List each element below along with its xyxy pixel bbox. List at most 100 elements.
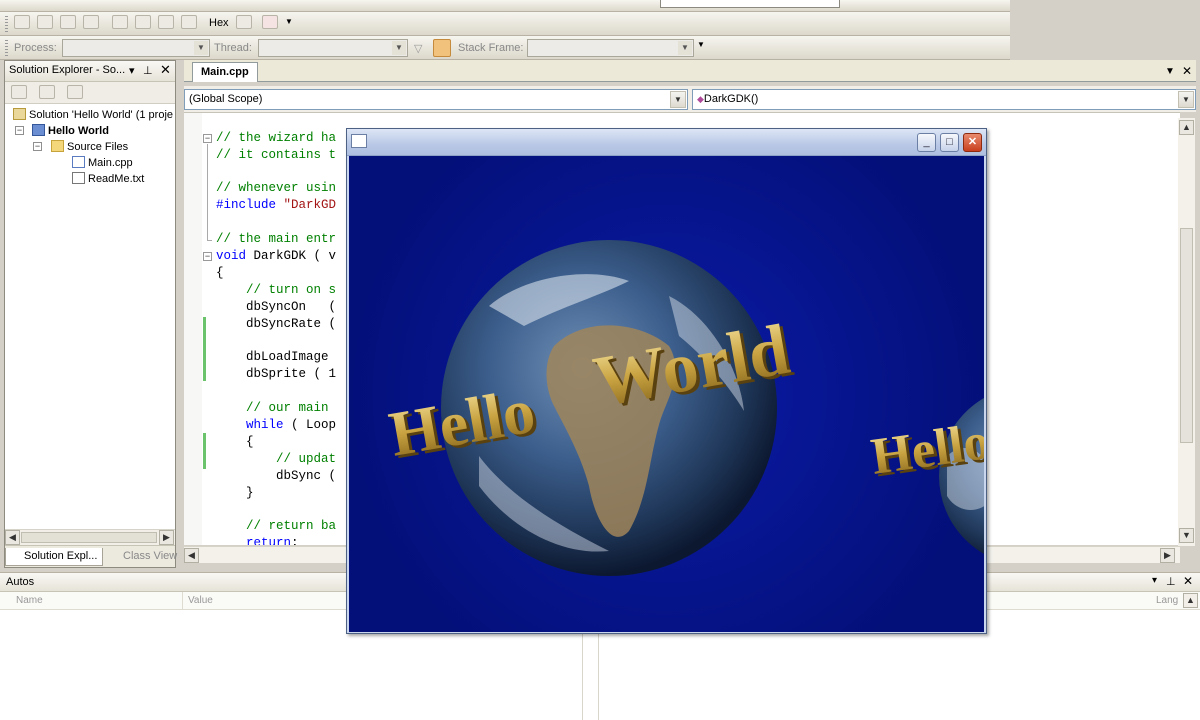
panel-tabs: Solution Expl... Class View (5, 545, 177, 567)
collapse-folder-icon[interactable]: − (33, 142, 42, 151)
change-marker (203, 317, 206, 381)
scroll-thumb[interactable] (1180, 228, 1193, 443)
collapse-project-icon[interactable]: − (15, 126, 24, 135)
pin-icon[interactable]: ⊥ (143, 64, 153, 77)
scroll-right-icon[interactable]: ▶ (159, 530, 174, 545)
maximize-icon[interactable]: □ (940, 133, 959, 152)
column-lang[interactable]: Lang (1156, 595, 1178, 606)
scroll-left-icon[interactable]: ◀ (5, 530, 20, 545)
close-icon[interactable]: ✕ (1182, 64, 1192, 78)
chevron-down-icon[interactable]: ▼ (285, 17, 293, 26)
fold-toggle[interactable]: − (203, 134, 212, 143)
filter-icon[interactable]: ▽ (414, 42, 422, 55)
chevron-down-icon[interactable]: ▼ (670, 91, 686, 108)
project-label: Hello World (48, 125, 109, 137)
game-window-titlebar[interactable]: _ □ ✕ (347, 129, 986, 156)
solution-explorer-toolbar (5, 82, 175, 104)
flag-thread-icon[interactable] (433, 39, 451, 57)
breakpoints-window-icon[interactable] (262, 15, 278, 29)
code-vscrollbar[interactable]: ▲ ▼ (1178, 118, 1195, 546)
tree-solution[interactable]: Solution 'Hello World' (1 proje (13, 108, 173, 121)
tree-project[interactable]: Hello World (32, 124, 109, 137)
close-icon[interactable]: ✕ (1183, 574, 1193, 588)
code-line: // whenever usin (216, 181, 337, 195)
process-combo[interactable]: ▼ (62, 39, 210, 57)
cpp-file-icon (72, 156, 85, 168)
solution-explorer-hscrollbar[interactable]: ◀ ▶ (5, 529, 175, 545)
toolbar-grip[interactable] (5, 40, 8, 56)
window-position-icon[interactable]: ▾ (129, 64, 135, 77)
thread-label: Thread: (214, 42, 252, 54)
chevron-down-icon[interactable]: ▼ (1178, 91, 1194, 108)
pin-icon[interactable]: ⊥ (1166, 575, 1176, 588)
scope-combo[interactable]: (Global Scope) ▼ (184, 89, 688, 110)
step-over-icon[interactable] (158, 15, 174, 29)
column-name[interactable]: Name (16, 595, 43, 606)
process-label: Process: (14, 42, 57, 54)
show-next-statement-icon[interactable] (112, 15, 128, 29)
tab-label: Solution Expl... (24, 550, 98, 562)
code-line: // turn on s (216, 283, 337, 297)
code-line: dbLoadImage (216, 350, 329, 364)
break-all-icon[interactable] (37, 15, 53, 29)
tree-file-main-cpp[interactable]: Main.cpp (72, 156, 133, 169)
properties-icon[interactable] (11, 85, 27, 99)
project-icon (32, 124, 45, 136)
game-viewport[interactable]: Hello Hello World World Hello Hello (349, 156, 984, 632)
scroll-up-icon[interactable]: ▲ (1183, 593, 1198, 608)
step-into-icon[interactable] (135, 15, 151, 29)
tab-solution-explorer[interactable]: Solution Expl... (5, 548, 103, 566)
window-position-icon[interactable]: ▾ (1152, 575, 1157, 586)
tab-main-cpp[interactable]: Main.cpp (192, 62, 258, 82)
scroll-down-icon[interactable]: ▼ (1179, 528, 1194, 543)
fold-toggle[interactable]: − (203, 252, 212, 261)
restart-icon[interactable] (83, 15, 99, 29)
text-file-icon (72, 172, 85, 184)
toolbar-search-combo[interactable] (660, 0, 840, 8)
hex-button[interactable]: Hex (209, 17, 229, 29)
indicator-margin[interactable] (184, 113, 202, 545)
method-icon: ◆ (697, 94, 704, 104)
code-line: { (216, 435, 254, 449)
close-icon[interactable]: ✕ (963, 133, 982, 152)
code-line: // it contains t (216, 148, 337, 162)
scroll-left-icon[interactable]: ◀ (184, 548, 199, 563)
game-window[interactable]: _ □ ✕ Hello Hello World World Hello Hell… (346, 128, 987, 634)
app-icon[interactable] (351, 134, 367, 148)
window-list-icon[interactable]: ▼ (1165, 66, 1175, 77)
scroll-thumb[interactable] (21, 532, 157, 543)
tab-class-view[interactable]: Class View (105, 548, 181, 566)
tab-label: Class View (123, 550, 178, 562)
code-line: dbSyncRate ( (216, 317, 337, 331)
member-combo[interactable]: ◆DarkGDK() ▼ (692, 89, 1196, 110)
chevron-down-icon[interactable]: ▼ (697, 40, 705, 49)
scope-value: (Global Scope) (189, 93, 263, 105)
scroll-up-icon[interactable]: ▲ (1179, 120, 1194, 135)
continue-icon[interactable] (14, 15, 30, 29)
close-icon[interactable]: ✕ (160, 62, 171, 78)
code-line: #include "DarkGD (216, 198, 337, 212)
tree-file-readme[interactable]: ReadMe.txt (72, 172, 144, 185)
memory-icon[interactable] (236, 15, 252, 29)
code-line: } (216, 486, 254, 500)
editor-tab-strip: Main.cpp (184, 60, 1196, 82)
file-label: ReadMe.txt (88, 173, 145, 185)
column-value[interactable]: Value (188, 595, 213, 606)
minimize-icon[interactable]: _ (917, 133, 936, 152)
stop-debugging-icon[interactable] (60, 15, 76, 29)
step-out-icon[interactable] (181, 15, 197, 29)
toolbar-grip[interactable] (5, 16, 8, 32)
stack-frame-combo[interactable]: ▼ (527, 39, 694, 57)
show-all-files-icon[interactable] (39, 85, 55, 99)
debug-location-toolbar: Process: ▼ Thread: ▼ ▽ Stack Frame: ▼ ▼ (0, 36, 1010, 60)
scroll-right-icon[interactable]: ▶ (1160, 548, 1175, 563)
view-code-icon[interactable] (67, 85, 83, 99)
tree-folder-source-files[interactable]: Source Files (51, 140, 128, 153)
file-label: Main.cpp (88, 157, 133, 169)
code-line: dbSprite ( 1 (216, 367, 337, 381)
code-line: void DarkGDK ( v (216, 249, 337, 263)
thread-combo[interactable]: ▼ (258, 39, 408, 57)
change-marker (203, 433, 206, 469)
autos-title: Autos (6, 576, 35, 588)
code-line: return; (246, 536, 299, 545)
